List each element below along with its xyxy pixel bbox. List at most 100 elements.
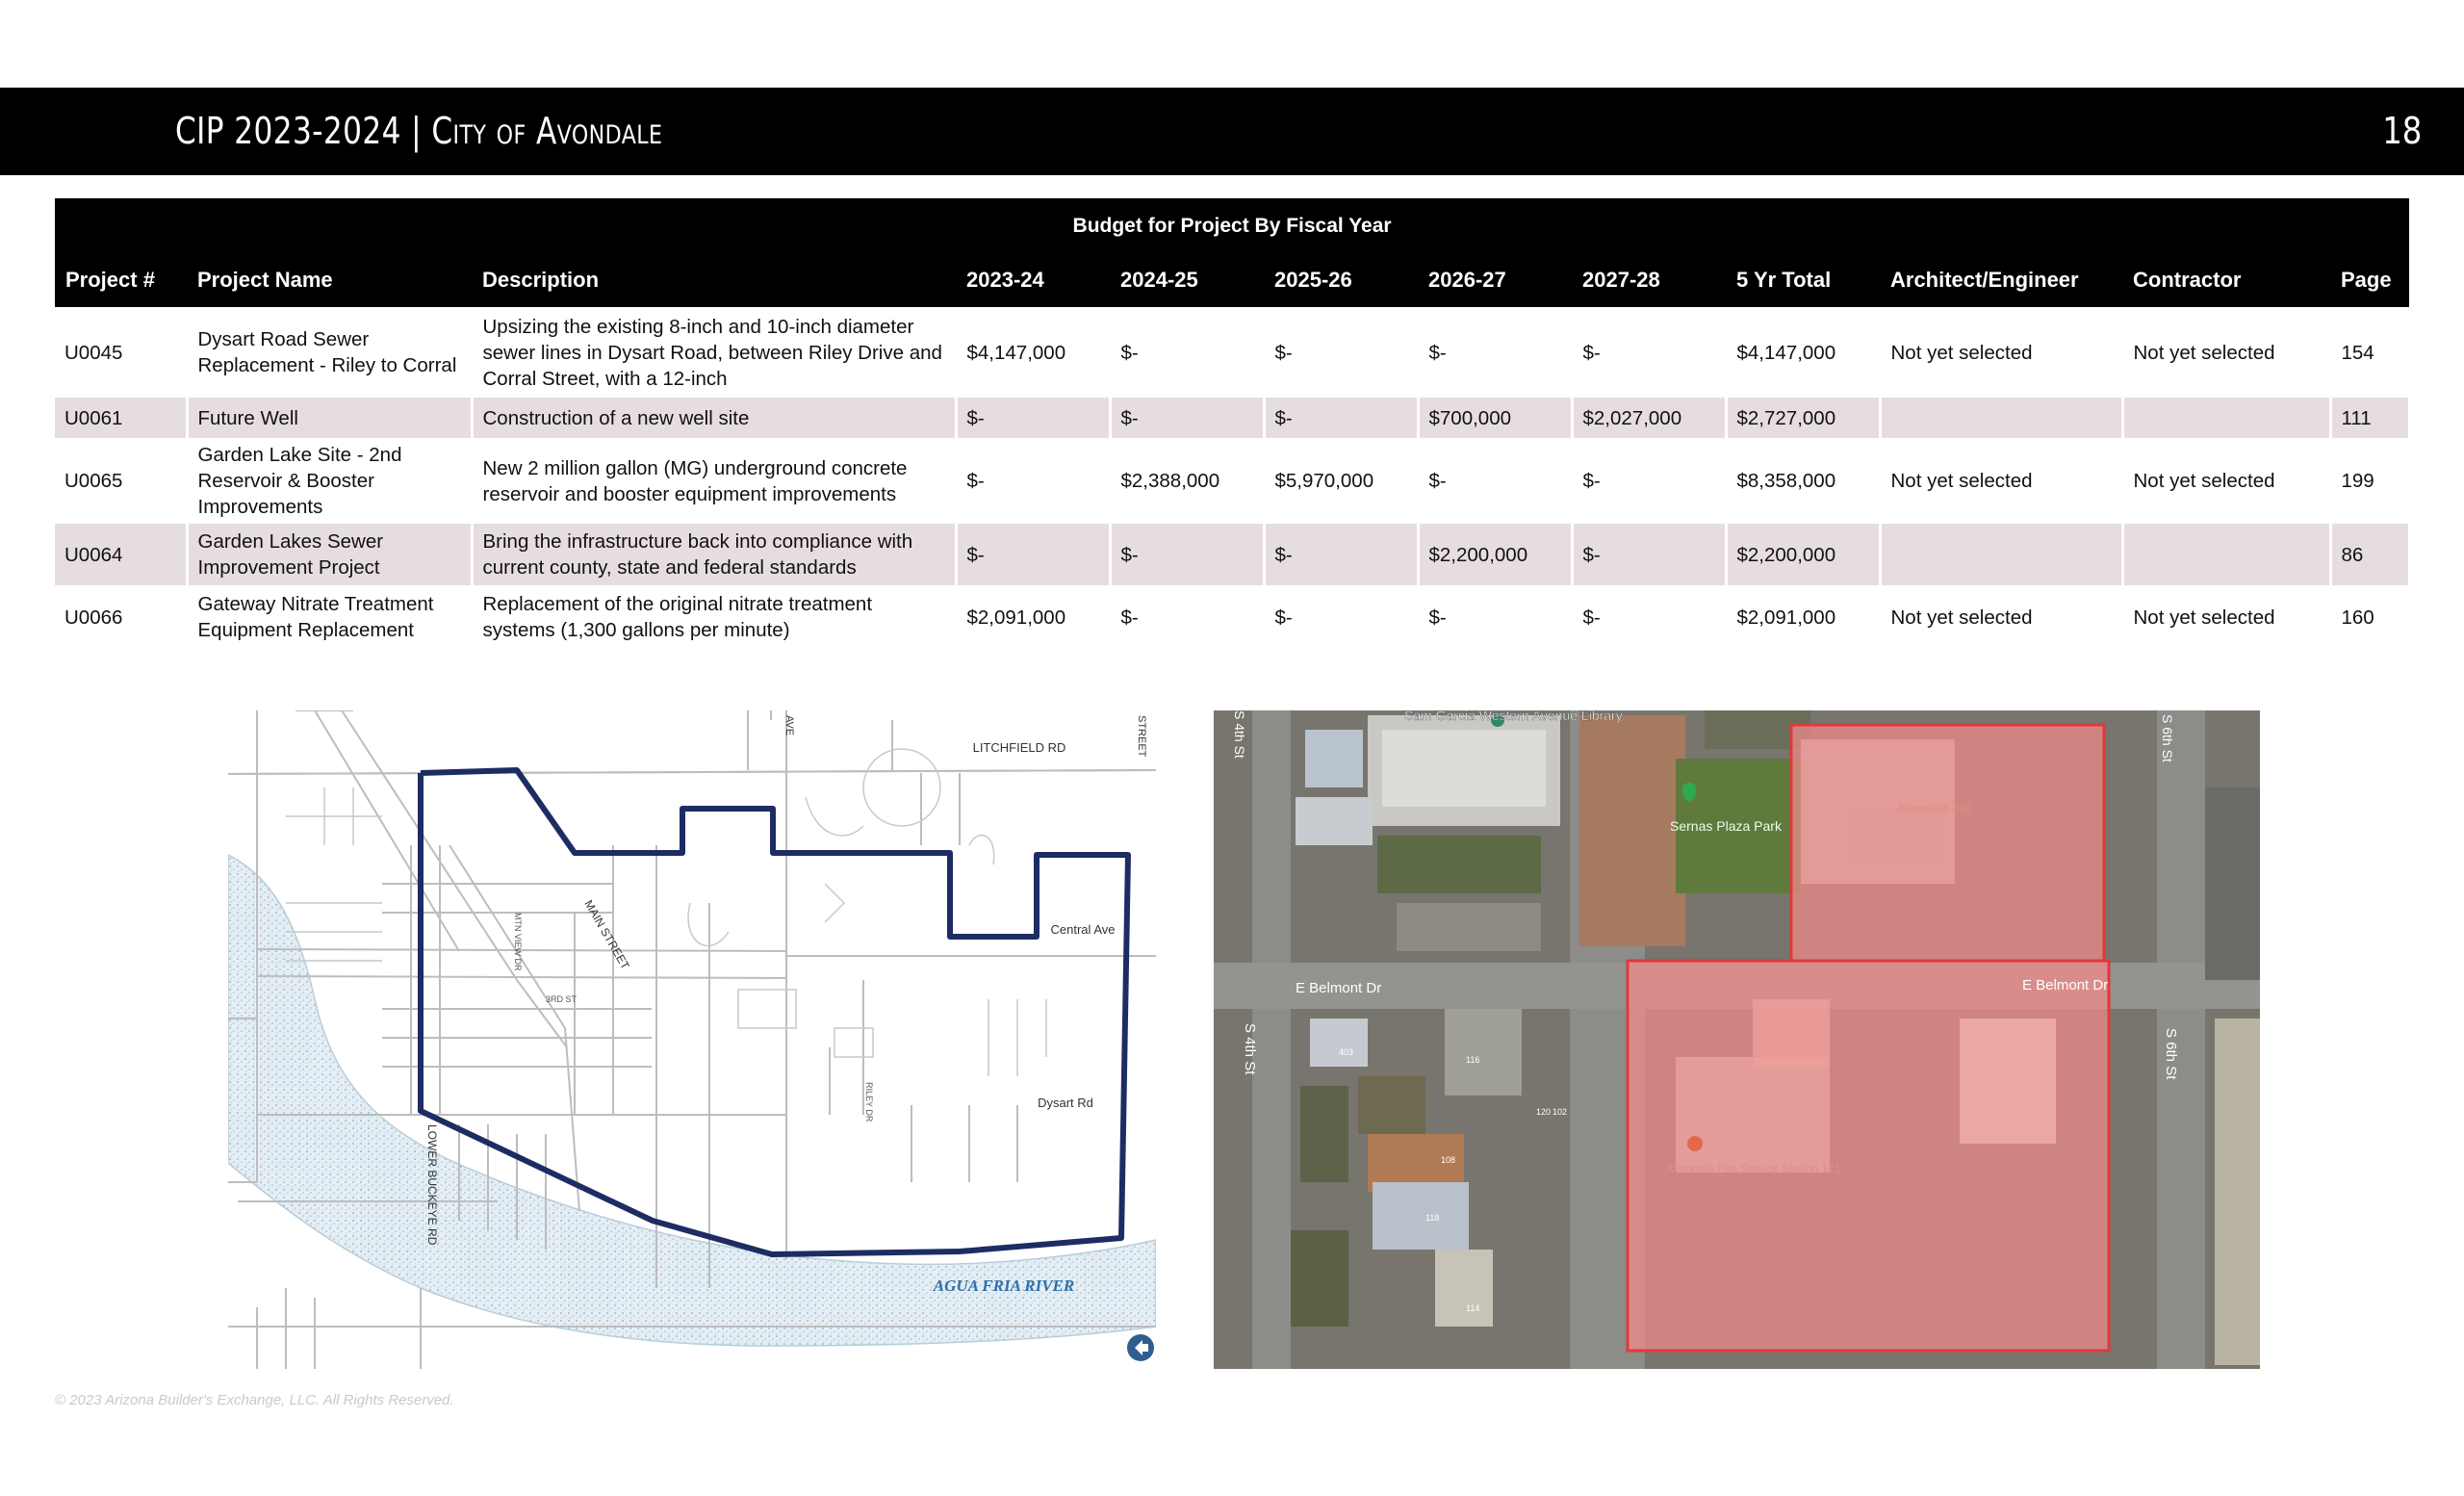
cell-project: U0066: [55, 585, 189, 649]
col-header-fy2324: 2023-24: [956, 253, 1110, 307]
budget-super-header: Budget for Project By Fiscal Year: [55, 198, 2410, 253]
page-header: CIP 2023-2024 | City of Avondale 18: [0, 88, 2464, 175]
cell-page: 154: [2330, 307, 2411, 398]
label-fire-station: Avondale Fire Service Station 171: [1666, 1162, 1841, 1175]
cell-architect: Not yet selected: [1880, 307, 2124, 398]
label-main-street: MAIN STREET: [581, 898, 632, 972]
aerial-map-svg: Sam Garcia Western Avenue Library Sernas…: [1214, 710, 2260, 1369]
col-header-page: Page: [2330, 253, 2410, 307]
label-4th-st: S 4th St: [1242, 1023, 1258, 1075]
cell-fy2425: $-: [1110, 307, 1266, 398]
col-header-fy2526: 2025-26: [1264, 253, 1418, 307]
cell-fy2627: $-: [1418, 585, 1574, 649]
label-6th-st-top: S 6th St: [2160, 714, 2175, 762]
cell-name: Garden Lakes Sewer Improvement Project: [187, 524, 474, 585]
cell-fy2728: $-: [1572, 524, 1728, 585]
cell-fy2526: $-: [1264, 398, 1420, 438]
label-house-6: 114: [1466, 1303, 1479, 1313]
col-header-fy2425: 2024-25: [1110, 253, 1264, 307]
cell-name: Gateway Nitrate Treatment Equipment Repl…: [187, 585, 474, 649]
cell-architect: Not yet selected: [1880, 438, 2124, 524]
copyright-notice: © 2023 Arizona Builder's Exchange, LLC. …: [55, 1392, 454, 1408]
cell-total: $2,727,000: [1726, 398, 1882, 438]
cell-fy2425: $2,388,000: [1110, 438, 1266, 524]
cell-fy2324: $-: [956, 438, 1112, 524]
cell-total: $8,358,000: [1726, 438, 1882, 524]
label-belmont-east: E Belmont Dr: [2022, 977, 2108, 993]
table-row: U0066 Gateway Nitrate Treatment Equipmen…: [55, 585, 2411, 649]
cell-total: $4,147,000: [1726, 307, 1882, 398]
cell-fy2324: $4,147,000: [956, 307, 1112, 398]
cell-fy2526: $5,970,000: [1264, 438, 1420, 524]
label-house-3: 120: [1536, 1107, 1551, 1117]
cell-page: 86: [2330, 524, 2411, 585]
cell-fy2526: $-: [1264, 307, 1420, 398]
cell-description: Construction of a new well site: [472, 398, 958, 438]
label-6th-st: S 6th St: [2163, 1028, 2179, 1080]
col-header-fy2728: 2027-28: [1572, 253, 1726, 307]
cell-page: 199: [2330, 438, 2411, 524]
label-house-4: 108: [1441, 1155, 1455, 1165]
col-header-architect: Architect/Engineer: [1880, 253, 2122, 307]
cell-total: $2,200,000: [1726, 524, 1882, 585]
street-map-svg: LITCHFIELD RD Central Ave Dysart Rd MAIN…: [228, 710, 1156, 1369]
cell-name: Future Well: [187, 398, 474, 438]
label-lower-buckeye: LOWER BUCKEYE RD: [425, 1124, 439, 1246]
cell-total: $2,091,000: [1726, 585, 1882, 649]
cell-description: New 2 million gallon (MG) underground co…: [472, 438, 958, 524]
fire-station-pin-icon: [1687, 1136, 1703, 1151]
label-library: Sam Garcia Western Avenue Library: [1404, 710, 1623, 723]
label-mtn-view: MTN VIEW DR: [513, 913, 523, 971]
table-row: U0065 Garden Lake Site - 2nd Reservoir &…: [55, 438, 2411, 524]
cell-name: Dysart Road Sewer Replacement - Riley to…: [187, 307, 474, 398]
project-boundary: [418, 767, 1131, 1257]
budget-table: Budget for Project By Fiscal Year Projec…: [55, 198, 2411, 649]
label-park: Sernas Plaza Park: [1670, 818, 1783, 834]
label-river: AGUA FRIA RIVER: [933, 1277, 1074, 1295]
label-belmont-west: E Belmont Dr: [1296, 980, 1381, 996]
cell-project: U0064: [55, 524, 189, 585]
col-header-description: Description: [472, 253, 956, 307]
col-header-contractor: Contractor: [2122, 253, 2330, 307]
label-ave-top: AVE: [783, 715, 795, 735]
cell-fy2526: $-: [1264, 524, 1420, 585]
north-arrow-icon: [1127, 1334, 1154, 1361]
label-house-2: 116: [1466, 1055, 1479, 1065]
label-riley: RILEY DR: [864, 1082, 874, 1122]
project-area-map: LITCHFIELD RD Central Ave Dysart Rd MAIN…: [228, 710, 1156, 1369]
label-litchfield: LITCHFIELD RD: [973, 740, 1066, 755]
label-jail: Avondale Jail: [1897, 801, 1971, 815]
cell-page: 160: [2330, 585, 2411, 649]
cell-fy2728: $2,027,000: [1572, 398, 1728, 438]
cell-project: U0061: [55, 398, 189, 438]
cell-fy2627: $-: [1418, 307, 1574, 398]
table-row: U0061 Future Well Construction of a new …: [55, 398, 2411, 438]
cell-fy2324: $-: [956, 398, 1112, 438]
cell-project: U0045: [55, 307, 189, 398]
cell-fy2728: $-: [1572, 438, 1728, 524]
cell-contractor: [2122, 398, 2332, 438]
cell-contractor: Not yet selected: [2122, 438, 2332, 524]
cell-fy2425: $-: [1110, 585, 1266, 649]
col-header-total: 5 Yr Total: [1726, 253, 1880, 307]
label-house-5: 118: [1425, 1213, 1439, 1223]
page-number: 18: [2381, 110, 2422, 152]
cell-fy2728: $-: [1572, 585, 1728, 649]
label-central: Central Ave: [1051, 922, 1116, 937]
cell-description: Bring the infrastructure back into compl…: [472, 524, 958, 585]
label-street-top: STREET: [1136, 715, 1147, 758]
label-dysart: Dysart Rd: [1038, 1096, 1093, 1110]
table-row: U0064 Garden Lakes Sewer Improvement Pro…: [55, 524, 2411, 585]
cell-contractor: Not yet selected: [2122, 307, 2332, 398]
cell-fy2324: $-: [956, 524, 1112, 585]
river-area: [228, 854, 1156, 1347]
document-title: CIP 2023-2024 | City of Avondale: [175, 110, 663, 152]
label-house-7: 102: [1553, 1107, 1567, 1117]
cell-architect: [1880, 524, 2124, 585]
cell-architect: [1880, 398, 2124, 438]
table-header-row: Project # Project Name Description 2023-…: [55, 253, 2410, 307]
cell-description: Replacement of the original nitrate trea…: [472, 585, 958, 649]
col-header-name: Project Name: [187, 253, 472, 307]
cell-fy2728: $-: [1572, 307, 1728, 398]
cell-fy2627: $-: [1418, 438, 1574, 524]
